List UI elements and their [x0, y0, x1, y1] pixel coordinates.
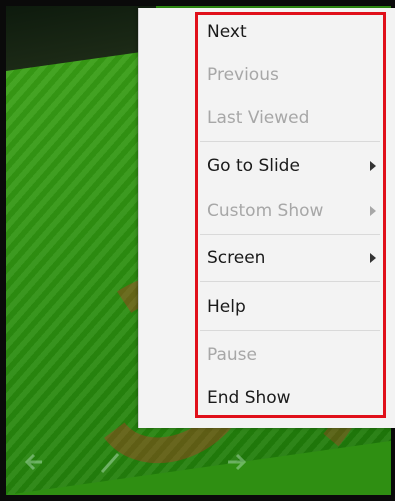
menu-item-custom-show[interactable]: Custom Show	[207, 191, 382, 231]
menu-item-label: Custom Show	[207, 201, 324, 221]
menu-item-label: Screen	[207, 248, 266, 268]
menu-separator	[200, 281, 380, 282]
menu-item-label: Help	[207, 297, 246, 317]
submenu-arrow-icon	[370, 206, 376, 216]
previous-slide-button[interactable]	[18, 444, 54, 480]
menu-item-help[interactable]: Help	[207, 287, 382, 327]
submenu-arrow-icon	[370, 161, 376, 171]
menu-item-label: Next	[207, 22, 247, 42]
menu-item-screen[interactable]: Screen	[207, 238, 382, 278]
submenu-arrow-icon	[370, 253, 376, 263]
menu-separator	[200, 330, 380, 331]
pen-icon	[100, 453, 120, 473]
menu-item-previous[interactable]: Previous	[207, 55, 382, 95]
menu-item-pause[interactable]: Pause	[207, 335, 382, 375]
menu-separator	[200, 234, 380, 235]
menu-item-label: Pause	[207, 345, 257, 365]
menu-item-last-viewed[interactable]: Last Viewed	[207, 98, 382, 138]
arrow-right-icon	[228, 453, 247, 471]
menu-separator	[200, 141, 380, 142]
menu-item-label: Previous	[207, 65, 279, 85]
menu-item-label: End Show	[207, 388, 291, 408]
menu-item-go-to-slide[interactable]: Go to Slide	[207, 146, 382, 186]
menu-item-label: Last Viewed	[207, 108, 310, 128]
next-slide-button[interactable]	[218, 444, 254, 480]
arrow-left-icon	[24, 453, 42, 471]
menu-item-next[interactable]: Next	[207, 12, 382, 52]
pen-button[interactable]	[92, 444, 128, 480]
menu-item-label: Go to Slide	[207, 156, 300, 176]
menu-item-end-show[interactable]: End Show	[207, 378, 382, 418]
